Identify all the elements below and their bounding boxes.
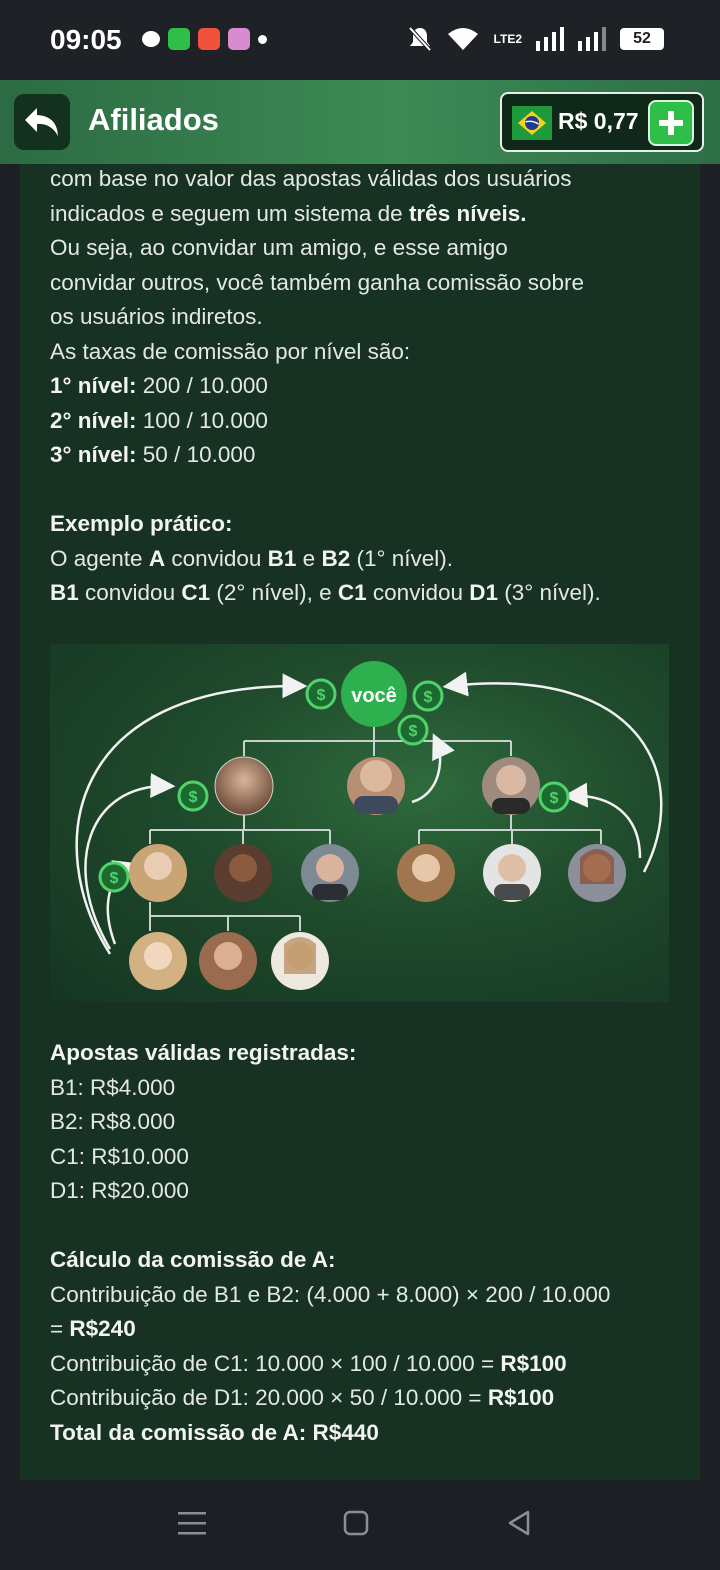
avatar xyxy=(568,844,626,902)
svg-text:$: $ xyxy=(424,689,433,706)
page-title: Afiliados xyxy=(88,102,219,137)
home-icon[interactable] xyxy=(343,1510,369,1536)
level-rate: 3° nível: 50 / 10.000 xyxy=(50,442,256,467)
bets-heading: Apostas válidas registradas: xyxy=(50,1040,357,1065)
plus-icon xyxy=(659,111,683,135)
signal-icon xyxy=(536,27,564,51)
dollar-coin-icon: $ xyxy=(538,781,570,813)
wifi-icon xyxy=(447,28,478,50)
network-label: LTE2 xyxy=(493,32,522,46)
dollar-coin-icon: $ xyxy=(305,678,337,710)
dollar-coin-icon: $ xyxy=(177,780,209,812)
intro-line: Ou seja, ao convidar um amigo, e esse am… xyxy=(50,235,508,260)
balance-widget[interactable]: R$ 0,77 xyxy=(500,92,704,152)
intro-text-block: com base no valor das apostas válidas do… xyxy=(50,164,680,611)
avatar xyxy=(347,757,405,815)
avatar xyxy=(199,932,257,990)
example-line: O agente A convidou B1 e B2 (1° nível). xyxy=(50,545,453,571)
whatsapp-icon xyxy=(168,28,190,50)
menu-icon[interactable] xyxy=(178,1510,206,1536)
avatar xyxy=(214,844,272,902)
avatar xyxy=(483,844,541,902)
avatar xyxy=(214,756,274,816)
affiliate-info-panel: com base no valor das apostas válidas do… xyxy=(20,164,700,1480)
back-arrow-icon xyxy=(25,108,58,136)
bet-line: D1: R$20.000 xyxy=(50,1178,189,1203)
svg-text:$: $ xyxy=(409,723,418,740)
calc-heading: Cálculo da comissão de A: xyxy=(50,1247,336,1272)
referral-tree-svg: você $ $ $ $ $ $ xyxy=(75,661,663,990)
svg-text:$: $ xyxy=(110,870,119,887)
back-triangle-icon[interactable] xyxy=(506,1509,532,1537)
calc-line: Contribuição de C1: 10.000 × 100 / 10.00… xyxy=(50,1350,567,1376)
dollar-coin-icon: $ xyxy=(98,861,130,893)
app-header: Afiliados R$ 0,77 xyxy=(0,80,720,164)
intro-line: indicados e seguem um sistema de três ní… xyxy=(50,200,527,226)
game-icon xyxy=(228,28,250,50)
avatar xyxy=(482,757,540,815)
calc-total: Total da comissão de A: R$440 xyxy=(50,1419,379,1445)
avatar xyxy=(129,932,187,990)
balance-amount: R$ 0,77 xyxy=(558,108,639,134)
you-label: você xyxy=(351,685,397,707)
example-line: B1 convidou C1 (2° nível), e C1 convidou… xyxy=(50,580,601,605)
notification-icons xyxy=(142,28,267,50)
intro-line: os usuários indiretos. xyxy=(50,304,263,329)
signal-2-icon xyxy=(578,27,606,51)
intro-line: convidar outros, você também ganha comis… xyxy=(50,269,585,295)
back-button[interactable] xyxy=(14,94,70,150)
bet-line: B1: R$4.000 xyxy=(50,1074,176,1100)
avatar xyxy=(397,844,455,902)
avatar xyxy=(301,844,359,902)
example-heading: Exemplo prático: xyxy=(50,511,233,536)
svg-text:$: $ xyxy=(550,790,559,807)
system-navigation-bar xyxy=(0,1480,720,1570)
level-rate: 1° nível: 200 / 10.000 xyxy=(50,373,268,398)
system-icons: LTE2 52 xyxy=(408,26,664,52)
bet-line: C1: R$10.000 xyxy=(50,1143,189,1169)
battery-icon: 52 xyxy=(620,28,664,50)
app-icon xyxy=(198,28,220,50)
status-time: 09:05 xyxy=(50,24,122,55)
status-bar: 09:05 LTE2 52 xyxy=(0,0,720,80)
mute-icon xyxy=(408,26,432,52)
calc-line: = R$240 xyxy=(50,1316,136,1341)
calc-line: Contribuição de B1 e B2: (4.000 + 8.000)… xyxy=(50,1281,611,1307)
level-rate: 2° nível: 100 / 10.000 xyxy=(50,407,268,433)
bets-block: Apostas válidas registradas: B1: R$4.000… xyxy=(50,1036,680,1450)
dollar-coin-icon: $ xyxy=(397,714,429,746)
intro-line: com base no valor das apostas válidas do… xyxy=(50,166,572,191)
referral-tree-diagram: você $ $ $ $ $ $ xyxy=(50,644,669,1002)
bet-line: B2: R$8.000 xyxy=(50,1109,176,1134)
svg-text:$: $ xyxy=(317,687,326,704)
brazil-flag-icon xyxy=(512,106,552,140)
deposit-button[interactable] xyxy=(648,100,694,146)
svg-text:$: $ xyxy=(189,789,198,806)
chat-icon xyxy=(142,31,160,47)
rates-heading: As taxas de comissão por nível são: xyxy=(50,338,411,364)
dollar-coin-icon: $ xyxy=(412,680,444,712)
avatar xyxy=(271,932,329,990)
calc-line: Contribuição de D1: 20.000 × 50 / 10.000… xyxy=(50,1385,555,1410)
dot-icon xyxy=(258,34,267,44)
avatar xyxy=(129,844,187,902)
